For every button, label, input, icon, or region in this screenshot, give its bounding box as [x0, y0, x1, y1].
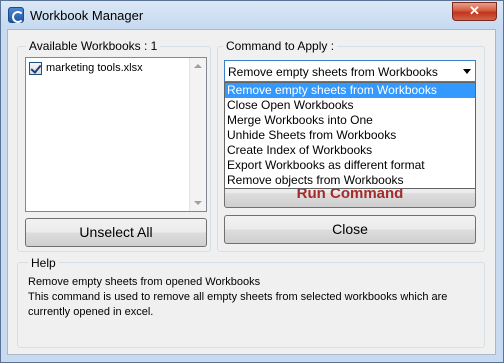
- command-select[interactable]: Remove empty sheets from Workbooks: [224, 60, 476, 82]
- help-description-line: This command is used to remove all empty…: [28, 291, 448, 303]
- unselect-all-button[interactable]: Unselect All: [25, 218, 207, 247]
- command-dropdown-list: Remove empty sheets from Workbooks Close…: [224, 82, 476, 189]
- workbooks-listbox[interactable]: marketing tools.xlsx: [25, 57, 207, 212]
- workbook-checkbox[interactable]: [29, 61, 42, 75]
- dropdown-option[interactable]: Unhide Sheets from Workbooks: [225, 128, 475, 143]
- window-close-button[interactable]: ✕: [452, 2, 497, 21]
- listbox-scrollbar[interactable]: [189, 58, 206, 211]
- chevron-down-icon[interactable]: [463, 69, 471, 74]
- command-select-value: Remove empty sheets from Workbooks: [228, 65, 438, 79]
- title-bar[interactable]: Workbook Manager ✕: [1, 1, 503, 29]
- app-icon: [8, 7, 24, 23]
- dropdown-option[interactable]: Create Index of Workbooks: [225, 143, 475, 158]
- scroll-down-icon[interactable]: [194, 201, 202, 205]
- window-title: Workbook Manager: [30, 8, 144, 23]
- workbooks-label: Available Workbooks : 1: [26, 39, 161, 53]
- list-item[interactable]: marketing tools.xlsx: [29, 61, 143, 75]
- close-button[interactable]: Close: [224, 215, 476, 244]
- help-title-text: Remove empty sheets from opened Workbook…: [28, 276, 261, 288]
- dropdown-option[interactable]: Remove objects from Workbooks: [225, 173, 475, 188]
- workbook-name: marketing tools.xlsx: [46, 62, 143, 74]
- command-label: Command to Apply :: [223, 39, 338, 53]
- dropdown-option[interactable]: Export Workbooks as different format: [225, 158, 475, 173]
- dropdown-option[interactable]: Merge Workbooks into One: [225, 113, 475, 128]
- scroll-up-icon[interactable]: [194, 64, 202, 68]
- dropdown-option[interactable]: Close Open Workbooks: [225, 98, 475, 113]
- dropdown-option[interactable]: Remove empty sheets from Workbooks: [225, 83, 475, 98]
- help-label: Help: [28, 256, 59, 270]
- help-description-line: currently opened in excel.: [28, 306, 154, 318]
